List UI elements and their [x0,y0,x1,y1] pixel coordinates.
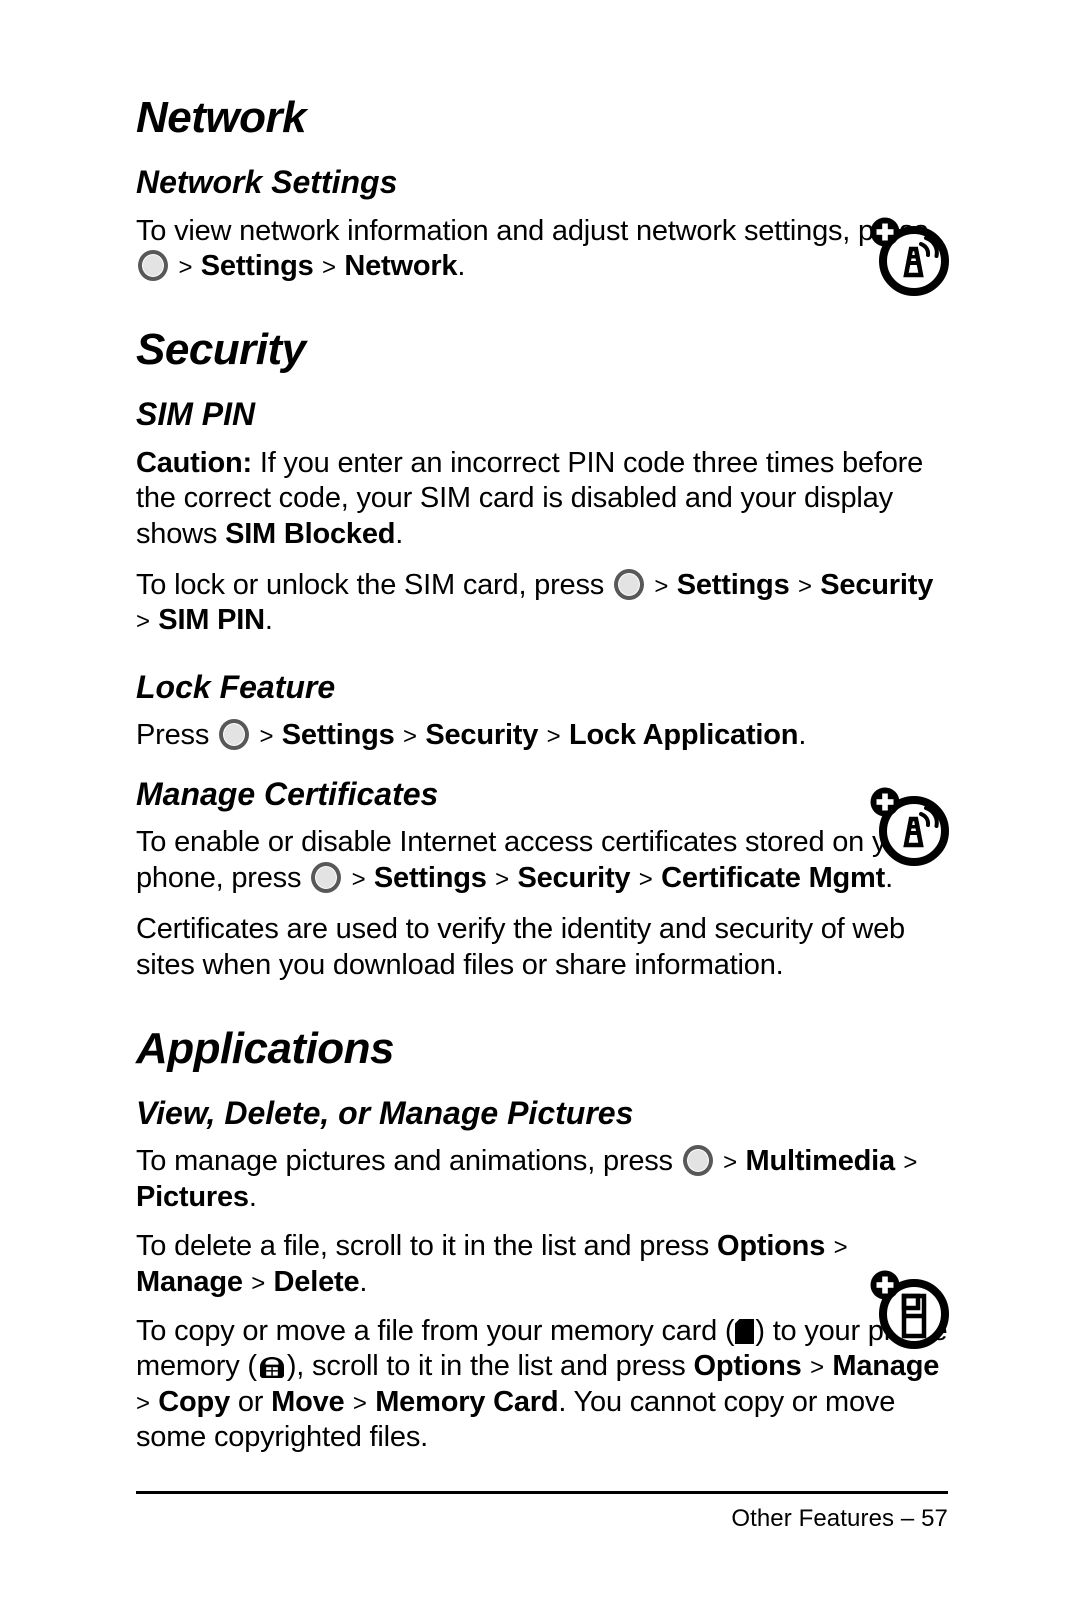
section-title-sim-pin: SIM PIN [136,396,256,433]
chevron-separator: > [244,1269,272,1297]
network-tower-plus-icon [866,783,952,869]
menu-path-term: Settings [281,719,395,752]
paragraph-sim-pin-caution: Caution: If you enter an incorrect PIN c… [136,446,924,550]
section-title-manage-certificates: Manage Certificates [136,775,439,812]
menu-path-term: Security [425,719,539,752]
paragraph-pictures-copy-move: To copy or move a file from your memory … [136,1314,948,1454]
chevron-separator: > [827,1234,848,1262]
paragraph-network-settings: To view network information and adjust n… [136,214,928,282]
footer-label: Other Features – 57 [731,1505,948,1532]
chevron-separator: > [540,723,567,751]
chapter-title-applications: Applications [136,1023,395,1073]
navigation-key-icon [613,569,644,601]
chevron-separator: > [647,573,675,601]
menu-path-term: Move [271,1385,345,1418]
menu-path-term: Settings [676,569,790,602]
chapter-title-network: Network [136,93,307,142]
menu-path-term: Settings [200,249,314,282]
navigation-key-icon [138,249,168,281]
chevron-separator: > [172,253,199,281]
page-content: Network Network Settings To view network… [136,96,948,1469]
menu-path-term: Options [693,1350,802,1383]
chevron-separator: > [803,1354,831,1382]
menu-path-term: Delete [273,1265,360,1298]
chevron-separator: > [346,1389,374,1417]
menu-path-term: Lock Application [568,719,799,752]
navigation-key-icon [682,1145,713,1177]
menu-path-term: Options [716,1230,826,1263]
manual-page: Network Network Settings To view network… [0,0,1080,1622]
section-title-lock-feature: Lock Feature [136,668,336,705]
paragraph-lock-feature-steps: Press > Settings > Security > Lock Appli… [136,719,807,752]
paragraph-pictures-delete: To delete a file, scroll to it in the li… [136,1230,848,1298]
menu-path-term: Manage [136,1265,243,1298]
menu-path-term: Multimedia [745,1145,895,1178]
chevron-separator: > [896,1149,918,1177]
chevron-separator: > [716,1149,744,1177]
paragraph-pictures-manage: To manage pictures and animations, press… [136,1145,918,1213]
menu-path-term: SIM Blocked [225,517,396,550]
navigation-key-icon [311,861,342,893]
menu-path-term: Security [820,569,934,602]
handset-plus-icon [866,1266,952,1352]
chevron-separator: > [253,723,280,751]
menu-path-term: Caution: [136,446,252,479]
menu-path-term: Network [344,249,458,282]
chevron-separator: > [396,723,424,751]
paragraph-manage-certificates-steps: To enable or disable Internet access cer… [136,826,928,894]
navigation-key-icon [219,719,249,751]
chevron-separator: > [488,865,516,893]
menu-path-term: SIM PIN [158,604,265,637]
phone-memory-icon [258,1355,286,1379]
section-title-network-settings: Network Settings [136,164,398,200]
paragraph-manage-certificates-info: Certificates are used to verify the iden… [136,913,905,981]
memory-card-icon [735,1318,755,1344]
network-tower-plus-icon [866,213,952,299]
menu-path-term: Copy [158,1385,230,1418]
chevron-separator: > [632,865,660,893]
menu-path-term: Memory Card [375,1385,559,1418]
chevron-separator: > [315,253,343,281]
menu-path-term: Certificate Mgmt [661,861,886,894]
chevron-separator: > [791,573,819,601]
section-title-view-delete-manage-pictures: View, Delete, or Manage Pictures [136,1094,634,1131]
menu-path-term: Pictures [136,1180,249,1213]
paragraph-sim-pin-steps: To lock or unlock the SIM card, press > … [136,569,934,637]
chevron-separator: > [345,865,372,893]
menu-path-term: Manage [832,1350,940,1383]
menu-path-term: Settings [373,861,487,894]
chapter-title-security: Security [136,325,306,375]
menu-path-term: Security [517,861,631,894]
footer-divider [136,1491,948,1494]
